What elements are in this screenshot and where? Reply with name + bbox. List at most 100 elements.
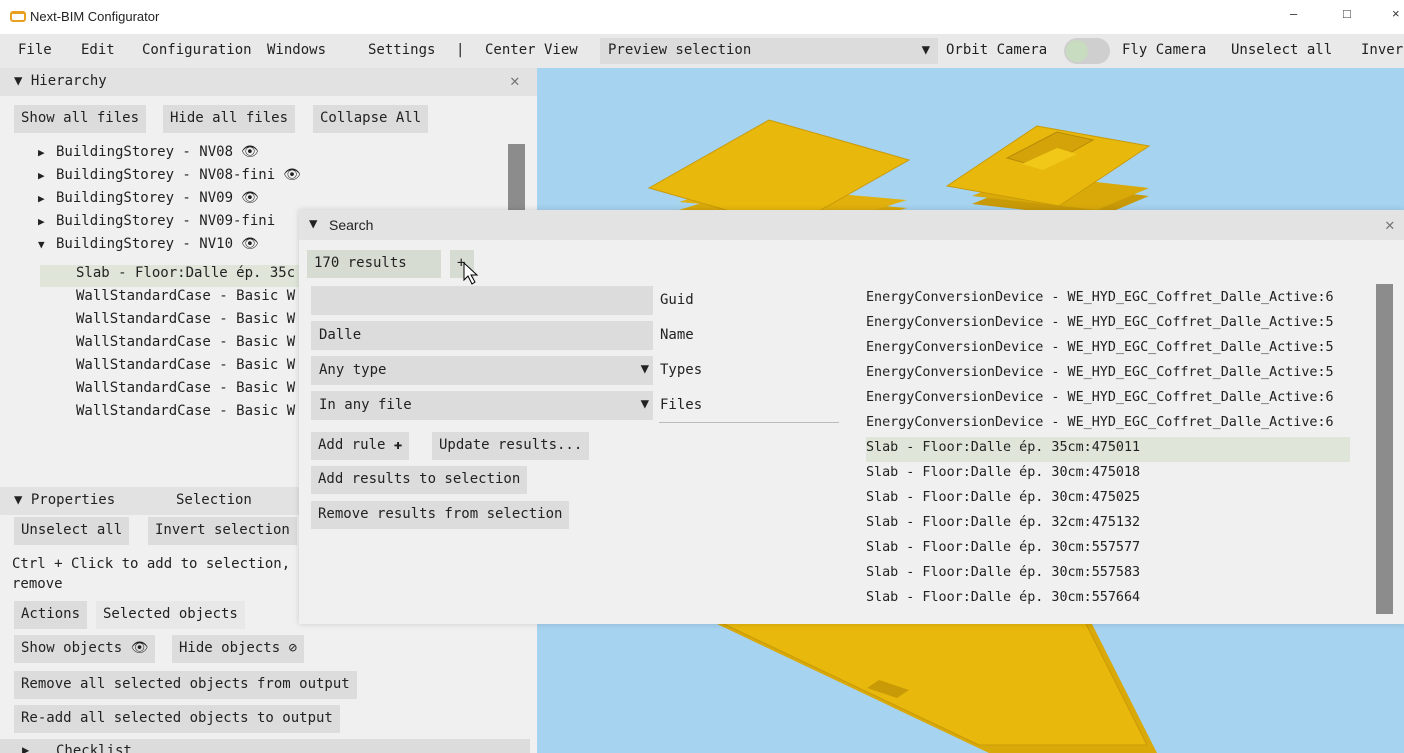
show-objects-button[interactable]: Show objects 👁 <box>14 635 156 663</box>
minimize-button[interactable]: – <box>1290 6 1297 21</box>
add-results-to-selection-button[interactable]: Add results to selection <box>311 466 528 494</box>
tree-item-label: BuildingStorey - NV10 <box>56 236 234 252</box>
eye-icon[interactable]: 👁 <box>241 144 259 160</box>
collapse-all-button[interactable]: Collapse All <box>313 105 429 133</box>
eye-icon[interactable]: 👁 <box>241 190 259 206</box>
result-item[interactable]: EnergyConversionDevice - WE_HYD_EGC_Coff… <box>866 287 1350 312</box>
tree-item[interactable]: ▶ BuildingStorey - NV08-fini 👁 <box>38 167 301 189</box>
orbit-camera-label: Orbit Camera <box>946 42 1048 58</box>
tree-item[interactable]: ▶ BuildingStorey - NV08 👁 <box>38 144 259 166</box>
invert-selection-button-panel[interactable]: Invert selection <box>148 517 297 545</box>
result-item[interactable]: EnergyConversionDevice - WE_HYD_EGC_Coff… <box>866 362 1350 387</box>
tree-child-item[interactable]: WallStandardCase - Basic W <box>76 311 295 333</box>
eye-slash-icon: ⊘ <box>288 640 298 656</box>
close-icon[interactable]: ✕ <box>510 71 520 90</box>
expand-icon[interactable]: ▶ <box>38 169 56 182</box>
tab-selected-objects[interactable]: Selected objects <box>96 601 245 629</box>
result-item[interactable]: EnergyConversionDevice - WE_HYD_EGC_Coff… <box>866 412 1350 437</box>
hierarchy-title: ▼ Hierarchy <box>14 73 107 89</box>
tab-results[interactable]: 170 results <box>307 250 441 278</box>
fly-camera-label: Fly Camera <box>1122 42 1207 58</box>
menu-settings[interactable]: Settings <box>368 42 435 58</box>
show-all-files-button[interactable]: Show all files <box>14 105 147 133</box>
tree-child-item[interactable]: WallStandardCase - Basic W <box>76 288 295 310</box>
unselect-all-button-panel[interactable]: Unselect all <box>14 517 130 545</box>
remove-all-from-output-button[interactable]: Remove all selected objects from output <box>14 671 357 699</box>
hide-objects-label: Hide objects <box>179 640 281 656</box>
collapse-icon: ▼ <box>309 216 318 232</box>
remove-results-from-selection-button[interactable]: Remove results from selection <box>311 501 570 529</box>
results-scrollbar[interactable] <box>1376 284 1393 614</box>
chevron-down-icon: ▼ <box>921 42 930 58</box>
menu-separator: | <box>456 42 465 58</box>
expand-icon[interactable]: ▶ <box>38 215 56 228</box>
expand-icon[interactable]: ▶ <box>38 192 56 205</box>
collapse-icon: ▼ <box>14 492 31 508</box>
center-view-button[interactable]: Center View <box>485 42 578 58</box>
add-rule-button[interactable]: Add rule ✚ <box>311 432 410 460</box>
plus-icon: ✚ <box>393 437 403 453</box>
files-select[interactable]: In any file ▼ <box>311 391 653 420</box>
types-value: Any type <box>319 362 387 378</box>
eye-icon: 👁 <box>130 640 149 656</box>
result-item[interactable]: Slab - Floor:Dalle ép. 30cm:557664 <box>866 587 1350 612</box>
close-icon[interactable]: ✕ <box>1385 215 1395 234</box>
result-item[interactable]: Slab - Floor:Dalle ép. 30cm:557583 <box>866 562 1350 587</box>
hierarchy-title-text: Hierarchy <box>30 73 107 89</box>
hide-all-files-button[interactable]: Hide all files <box>163 105 296 133</box>
properties-title-text: Properties <box>30 492 116 508</box>
search-header[interactable]: ▼ Search ✕ <box>299 210 1404 240</box>
invert-selection-button[interactable]: Inver <box>1361 42 1403 58</box>
result-item[interactable]: EnergyConversionDevice - WE_HYD_EGC_Coff… <box>866 337 1350 362</box>
camera-mode-toggle[interactable] <box>1064 38 1110 64</box>
tab-selection[interactable]: Selection <box>176 492 252 508</box>
tree-item[interactable]: ▼ BuildingStorey - NV10 👁 <box>38 236 259 258</box>
hide-objects-button[interactable]: Hide objects ⊘ <box>172 635 305 663</box>
eye-icon[interactable]: 👁 <box>283 167 301 183</box>
close-window-button[interactable]: × <box>1392 6 1400 21</box>
update-results-button[interactable]: Update results... <box>432 432 590 460</box>
tree-item-label: BuildingStorey - NV08 <box>56 144 234 160</box>
checklist-header[interactable]: ▶ Checklist <box>0 739 530 753</box>
result-item[interactable]: EnergyConversionDevice - WE_HYD_EGC_Coff… <box>866 312 1350 337</box>
tree-child-item[interactable]: WallStandardCase - Basic W <box>76 334 295 356</box>
menu-configuration[interactable]: Configuration <box>142 42 252 58</box>
expand-icon: ▶ <box>22 743 30 753</box>
menu-bar: File Edit Configuration Windows Settings… <box>0 34 1404 68</box>
result-item[interactable]: Slab - Floor:Dalle ép. 35cm:475011 <box>866 437 1350 462</box>
result-item[interactable]: Slab - Floor:Dalle ép. 32cm:475132 <box>866 512 1350 537</box>
hierarchy-header[interactable]: ▼ Hierarchy ✕ <box>0 68 537 96</box>
menu-windows[interactable]: Windows <box>267 42 326 58</box>
slab-stack-right <box>945 125 1151 218</box>
menu-file[interactable]: File <box>18 42 52 58</box>
guid-input[interactable] <box>311 286 653 315</box>
files-label: Files <box>660 397 703 413</box>
app-logo-icon <box>10 11 26 22</box>
expand-icon[interactable]: ▶ <box>38 146 56 159</box>
name-input[interactable]: Dalle <box>311 321 653 350</box>
tree-item[interactable]: ▶ BuildingStorey - NV09-fini <box>38 213 275 235</box>
eye-icon[interactable]: 👁 <box>241 236 259 252</box>
menu-edit[interactable]: Edit <box>81 42 115 58</box>
readd-all-to-output-button[interactable]: Re-add all selected objects to output <box>14 705 340 733</box>
preview-selection-dropdown[interactable]: Preview selection ▼ <box>600 38 938 64</box>
types-select[interactable]: Any type ▼ <box>311 356 653 385</box>
tree-child-item[interactable]: Slab - Floor:Dalle ép. 35c <box>40 265 300 287</box>
maximize-button[interactable]: □ <box>1343 6 1351 21</box>
tree-child-item[interactable]: WallStandardCase - Basic W <box>76 357 295 379</box>
result-item[interactable]: EnergyConversionDevice - WE_HYD_EGC_Coff… <box>866 387 1350 412</box>
unselect-all-button[interactable]: Unselect all <box>1231 42 1332 58</box>
selection-hint-continued: remove <box>12 576 63 592</box>
tree-child-item[interactable]: WallStandardCase - Basic W <box>76 403 295 425</box>
result-item[interactable]: Slab - Floor:Dalle ép. 30cm:475025 <box>866 487 1350 512</box>
mouse-cursor-icon <box>463 262 479 285</box>
result-item[interactable]: Slab - Floor:Dalle ép. 30cm:557577 <box>866 537 1350 562</box>
tab-actions[interactable]: Actions <box>14 601 88 629</box>
tree-item-label: BuildingStorey - NV09-fini <box>56 213 276 229</box>
expanded-icon[interactable]: ▼ <box>38 238 56 251</box>
result-item[interactable]: Slab - Floor:Dalle ép. 30cm:475018 <box>866 462 1350 487</box>
search-title: Search <box>329 217 374 233</box>
files-value: In any file <box>319 397 412 413</box>
tree-child-item[interactable]: WallStandardCase - Basic W <box>76 380 295 402</box>
tree-item[interactable]: ▶ BuildingStorey - NV09 👁 <box>38 190 259 212</box>
